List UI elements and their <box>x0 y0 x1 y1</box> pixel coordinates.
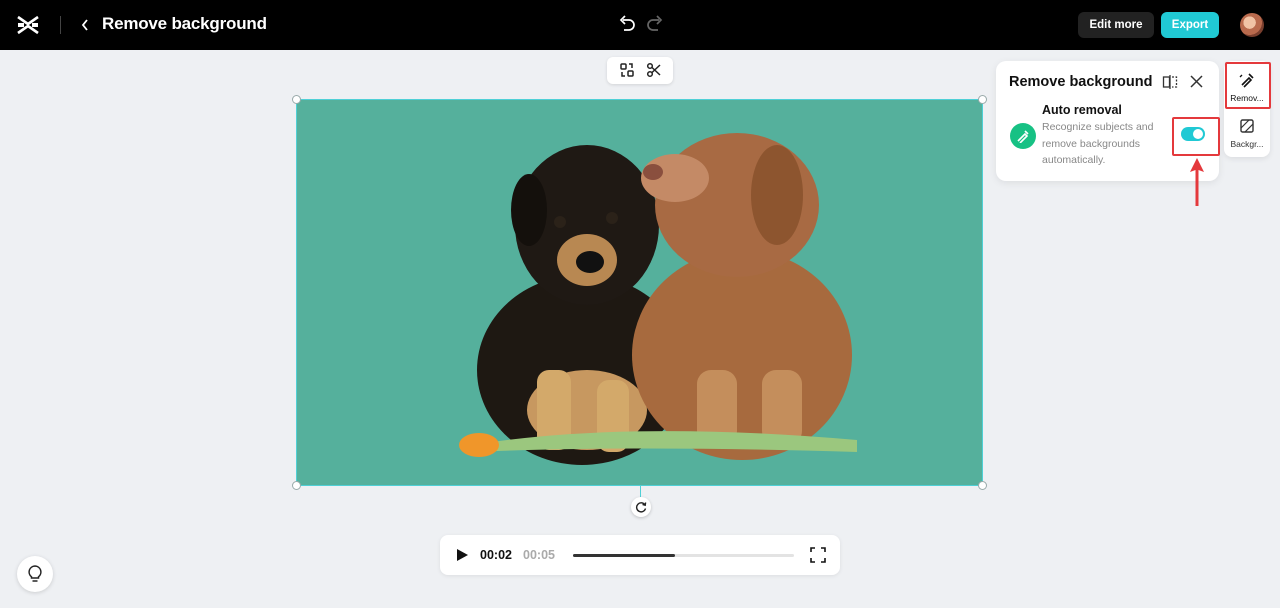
playback-bar: 00:02 00:05 <box>440 535 840 575</box>
rail-item-label: Backgr... <box>1230 139 1264 149</box>
canvas-image[interactable] <box>296 99 983 486</box>
replace-icon[interactable] <box>619 62 635 78</box>
top-bar: Remove background Edit more Export <box>0 0 1280 50</box>
rotate-button[interactable] <box>631 497 651 517</box>
compare-icon[interactable] <box>1162 74 1178 90</box>
auto-removal-title: Auto removal <box>1042 103 1122 117</box>
export-button[interactable]: Export <box>1161 12 1219 38</box>
page-title: Remove background <box>102 14 267 33</box>
rail-item-background[interactable]: Backgr... <box>1224 111 1270 155</box>
highlight-box <box>1225 62 1271 109</box>
lightbulb-icon <box>28 565 42 582</box>
divider <box>60 16 61 34</box>
edit-more-button[interactable]: Edit more <box>1078 12 1154 38</box>
canvas-toolbar <box>607 57 673 84</box>
auto-removal-description: Recognize subjects and remove background… <box>1042 121 1154 166</box>
magic-eraser-icon <box>1017 130 1029 143</box>
rotate-icon <box>635 502 647 513</box>
resize-handle[interactable] <box>292 481 301 490</box>
fullscreen-icon[interactable] <box>810 547 826 563</box>
auto-removal-icon <box>1010 123 1036 149</box>
resize-handle[interactable] <box>978 95 987 104</box>
current-time: 00:02 <box>480 548 512 562</box>
capcut-logo-icon[interactable] <box>16 14 40 36</box>
total-time: 00:05 <box>523 548 555 562</box>
highlight-box <box>1172 117 1220 156</box>
close-icon[interactable] <box>1189 74 1204 89</box>
progress-fill <box>573 554 675 557</box>
play-icon[interactable] <box>455 548 469 562</box>
progress-slider[interactable] <box>573 554 794 557</box>
resize-handle[interactable] <box>978 481 987 490</box>
rotate-connector <box>640 486 641 497</box>
chevron-left-icon <box>81 19 88 31</box>
back-button[interactable] <box>76 14 94 36</box>
background-icon <box>1240 119 1254 133</box>
arrow-up-icon <box>1190 158 1204 206</box>
undo-icon[interactable] <box>618 14 636 34</box>
scissors-icon[interactable] <box>646 62 662 78</box>
redo-icon[interactable] <box>646 14 664 34</box>
puppies-image <box>459 133 857 465</box>
panel-title: Remove background <box>1009 74 1153 90</box>
resize-handle[interactable] <box>292 95 301 104</box>
avatar[interactable] <box>1240 13 1264 37</box>
tips-button[interactable] <box>17 556 53 592</box>
